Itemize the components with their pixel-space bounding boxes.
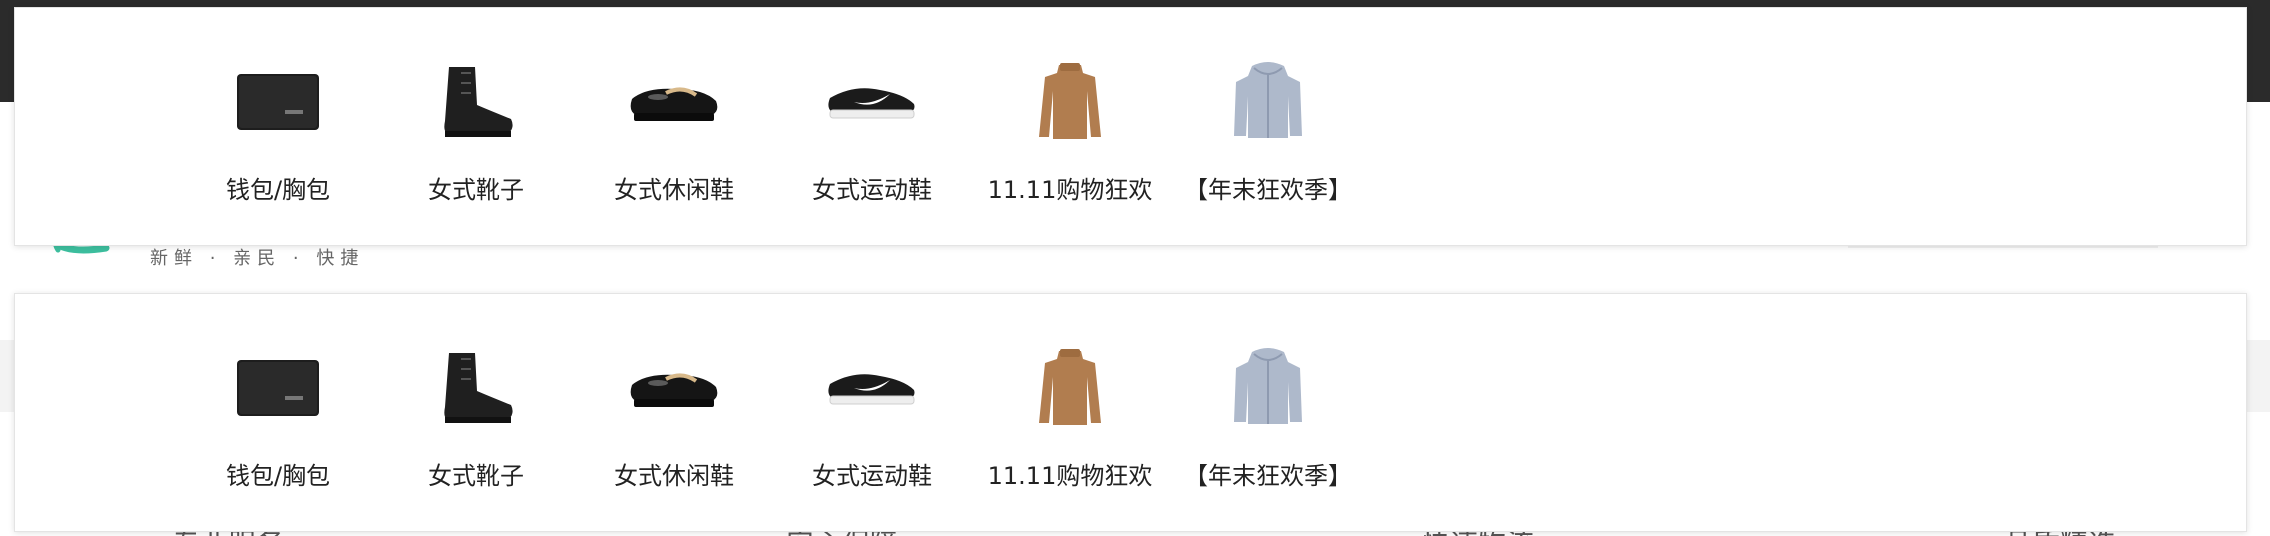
category-label: 11.11购物狂欢 [987,462,1153,490]
category-label: 女式休闲鞋 [614,176,734,204]
top-nav-bar-left [0,0,14,102]
category-label: 女式休闲鞋 [614,462,734,490]
page: 新鲜 · 亲民 · 快捷 专业服务 安心保障 快速物流 品质精选 钱包/胸包 [0,0,2270,536]
jacket-icon [1213,344,1323,430]
category-dropdown-panel: 钱包/胸包 女式靴子 女式休闲鞋 女式运动鞋 11.11购物狂欢 【年末狂欢季】 [14,7,2247,246]
category-list: 钱包/胸包 女式靴子 女式休闲鞋 女式运动鞋 11.11购物狂欢 【年末狂欢季】 [179,344,1367,491]
sweater-icon [1015,344,1125,430]
boot-icon [421,58,531,144]
category-item-boots[interactable]: 女式靴子 [377,58,575,205]
category-item-wallet[interactable]: 钱包/胸包 [179,344,377,491]
wallet-icon [223,58,333,144]
jacket-icon [1213,58,1323,144]
site-tagline: 新鲜 · 亲民 · 快捷 [150,248,365,269]
wallet-icon [223,344,333,430]
sneaker-icon [817,58,927,144]
category-label: 钱包/胸包 [225,462,331,490]
category-item-loafers[interactable]: 女式休闲鞋 [575,344,773,491]
category-item-promo-1111[interactable]: 11.11购物狂欢 [971,58,1169,205]
top-nav-bar-right [2247,0,2270,102]
category-item-loafers[interactable]: 女式休闲鞋 [575,58,773,205]
category-item-year-end-sale[interactable]: 【年末狂欢季】 [1169,58,1367,205]
category-label: 【年末狂欢季】 [1184,462,1352,490]
category-list: 钱包/胸包 女式靴子 女式休闲鞋 女式运动鞋 11.11购物狂欢 【年末狂欢季】 [179,58,1367,205]
category-label: 钱包/胸包 [225,176,331,204]
sneaker-icon [817,344,927,430]
category-label: 11.11购物狂欢 [987,176,1153,204]
category-item-sneakers[interactable]: 女式运动鞋 [773,344,971,491]
category-item-promo-1111[interactable]: 11.11购物狂欢 [971,344,1169,491]
category-label: 女式运动鞋 [812,176,932,204]
category-item-year-end-sale[interactable]: 【年末狂欢季】 [1169,344,1367,491]
loafer-icon [619,344,729,430]
sweater-icon [1015,58,1125,144]
category-dropdown-panel: 钱包/胸包 女式靴子 女式休闲鞋 女式运动鞋 11.11购物狂欢 【年末狂欢季】 [14,293,2247,532]
loafer-icon [619,58,729,144]
category-item-sneakers[interactable]: 女式运动鞋 [773,58,971,205]
category-label: 女式靴子 [428,176,524,204]
category-item-boots[interactable]: 女式靴子 [377,344,575,491]
category-label: 女式靴子 [428,462,524,490]
category-label: 【年末狂欢季】 [1184,176,1352,204]
top-nav-bar [0,0,2270,7]
boot-icon [421,344,531,430]
category-label: 女式运动鞋 [812,462,932,490]
search-underline [1848,246,2158,248]
category-item-wallet[interactable]: 钱包/胸包 [179,58,377,205]
